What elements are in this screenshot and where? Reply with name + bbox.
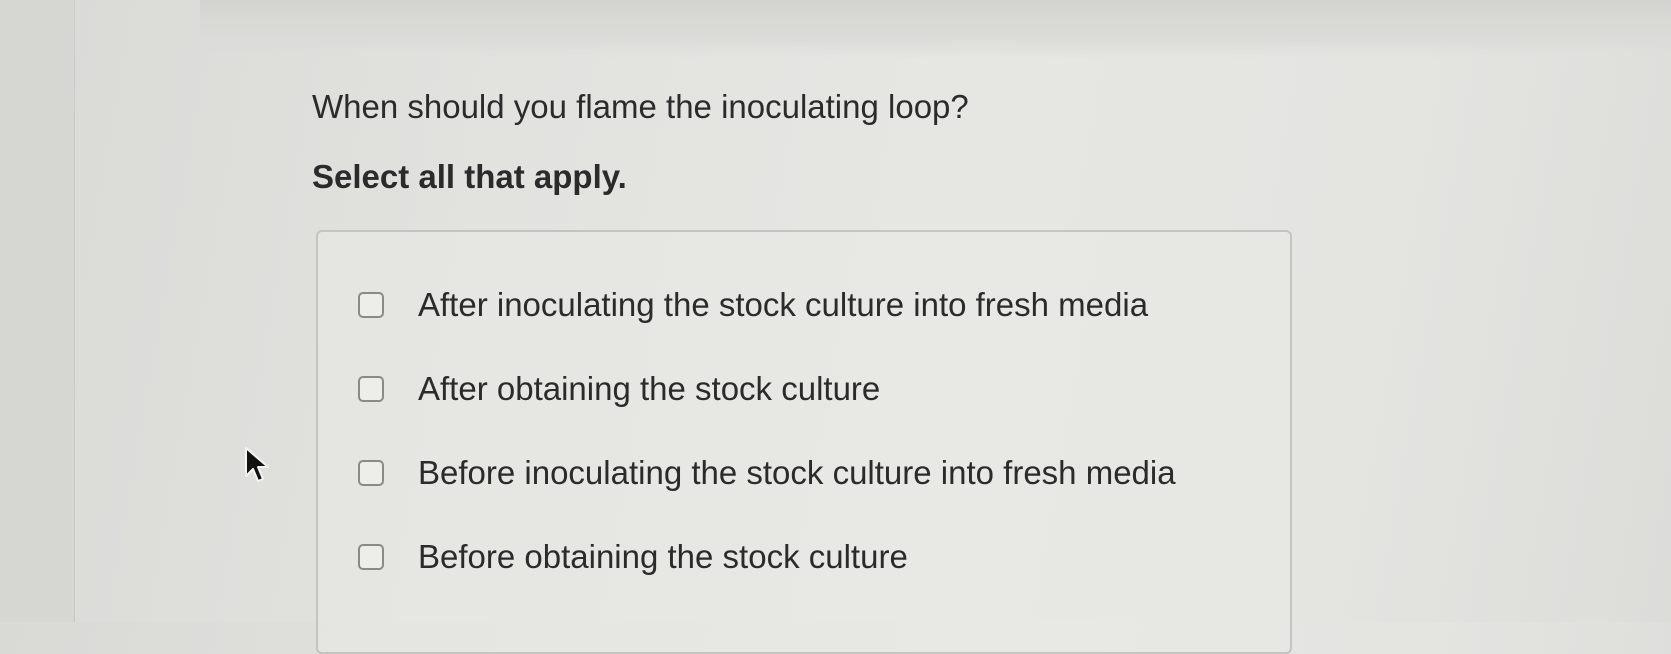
option-label: Before obtaining the stock culture xyxy=(418,538,908,575)
checkbox[interactable] xyxy=(358,460,384,486)
checkbox[interactable] xyxy=(358,544,384,570)
checkbox[interactable] xyxy=(358,292,384,318)
option-before-inoculating[interactable]: Before inoculating the stock culture int… xyxy=(358,454,1176,492)
option-label: After obtaining the stock culture xyxy=(418,370,881,407)
question-text: When should you flame the inoculating lo… xyxy=(312,88,969,125)
top-header-band xyxy=(200,0,1671,58)
checkbox[interactable] xyxy=(358,376,384,402)
option-label: After inoculating the stock culture into… xyxy=(418,286,1149,323)
answer-options-box: After inoculating the stock culture into… xyxy=(316,230,1292,654)
left-gutter xyxy=(0,0,75,622)
option-label: Before inoculating the stock culture int… xyxy=(418,454,1176,491)
instruction-text: Select all that apply. xyxy=(312,158,627,195)
option-before-obtaining[interactable]: Before obtaining the stock culture xyxy=(358,538,908,576)
mouse-pointer-icon xyxy=(245,447,269,482)
option-after-inoculating[interactable]: After inoculating the stock culture into… xyxy=(358,286,1148,324)
option-after-obtaining[interactable]: After obtaining the stock culture xyxy=(358,370,880,408)
